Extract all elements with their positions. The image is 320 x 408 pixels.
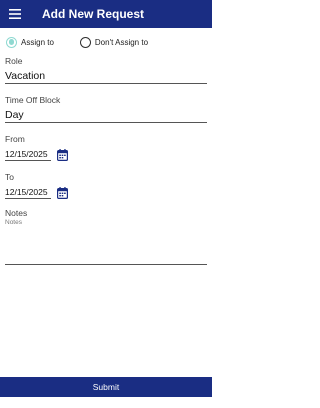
time-off-block-field: Time Off Block Day [5,95,207,123]
menu-button[interactable] [0,0,30,28]
dont-assign-to-label: Don't Assign to [94,37,149,47]
from-date-field: From 12/15/2025 [5,134,95,161]
notes-field: Notes [5,208,207,270]
dont-assign-to-option[interactable]: Don't Assign to [79,35,149,49]
app-screen: Add New Request Assign to Don't Assign t… [0,0,212,408]
submit-button[interactable]: Submit [0,377,212,397]
time-off-block-select[interactable]: Day [5,108,207,123]
from-label: From [5,134,25,144]
page-title: Add New Request [42,7,145,21]
calendar-icon[interactable] [57,186,68,199]
hamburger-menu-icon [9,9,21,19]
calendar-icon[interactable] [57,148,68,161]
assignment-options: Assign to Don't Assign to [6,35,206,49]
to-date-input[interactable]: 12/15/2025 [5,186,51,199]
app-header: Add New Request [0,0,212,28]
role-field: Role Vacation [5,56,207,84]
to-label: To [5,172,14,182]
assign-to-radio[interactable] [6,36,17,48]
notes-label: Notes [5,208,28,218]
dont-assign-to-radio[interactable] [79,36,91,48]
to-date-field: To 12/15/2025 [5,172,95,199]
from-date-input[interactable]: 12/15/2025 [5,148,51,161]
role-label: Role [5,56,23,66]
role-select[interactable]: Vacation [5,69,207,84]
time-off-block-label: Time Off Block [5,95,61,105]
assign-to-option[interactable]: Assign to [6,35,54,49]
assign-to-label: Assign to [21,37,54,47]
notes-input[interactable] [5,219,207,265]
